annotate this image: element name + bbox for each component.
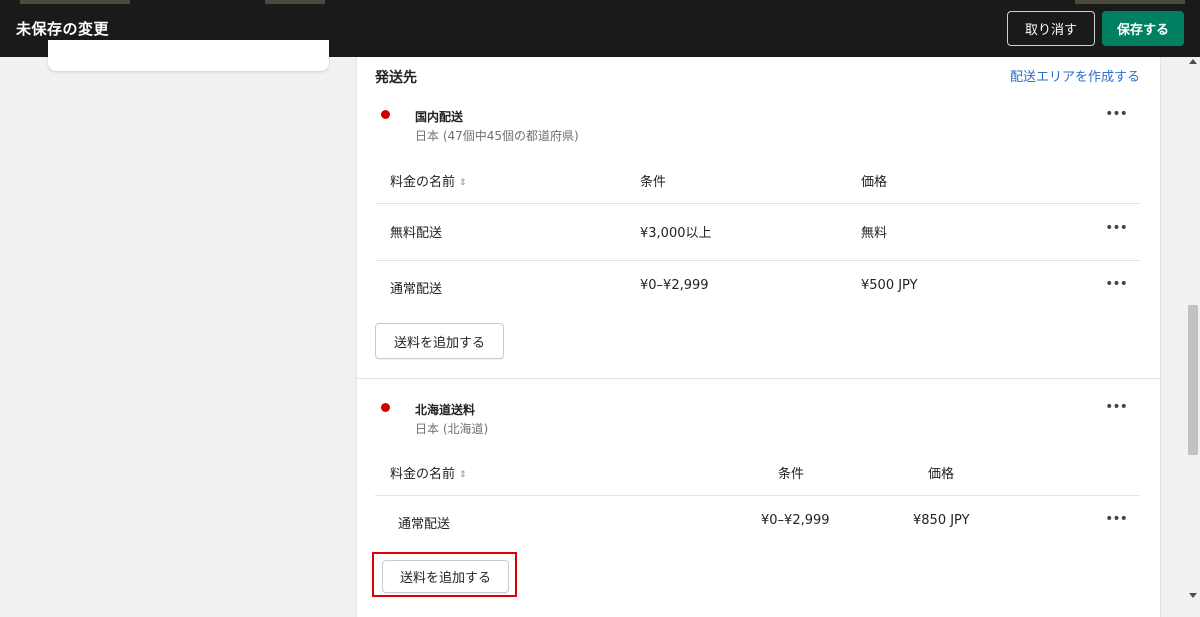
section-title: 発送先 <box>375 70 417 86</box>
page-scrollbar[interactable] <box>1186 57 1200 600</box>
more-horizontal-icon[interactable]: ••• <box>1104 106 1128 122</box>
more-horizontal-icon[interactable]: ••• <box>1104 511 1128 527</box>
column-header-condition: 条件 <box>778 467 805 482</box>
rate-name: 無料配送 <box>390 226 443 241</box>
rate-price: 無料 <box>861 226 888 241</box>
create-zone-link[interactable]: 配送エリアを作成する <box>1010 66 1140 85</box>
discard-button[interactable]: 取り消す <box>1007 11 1095 46</box>
left-card <box>48 40 329 71</box>
zone-status-dot-icon <box>381 403 390 412</box>
rate-price: ¥850 JPY <box>913 513 970 528</box>
highlight-annotation <box>372 552 517 597</box>
divider <box>375 203 1140 204</box>
column-header-rate-name[interactable]: 料金の名前 ⇕ <box>390 463 467 482</box>
zone-name: 国内配送 <box>415 110 464 124</box>
rate-name: 通常配送 <box>390 282 443 297</box>
rate-condition: ¥3,000以上 <box>640 226 712 241</box>
sort-icon[interactable]: ⇕ <box>459 470 467 480</box>
shipping-zones-card: 発送先 配送エリアを作成する 国内配送 日本 (47個中45個の都道府県) ••… <box>357 57 1160 617</box>
divider <box>375 260 1140 261</box>
rate-condition: ¥0–¥2,999 <box>761 513 830 528</box>
more-horizontal-icon[interactable]: ••• <box>1104 399 1128 415</box>
scroll-up-arrow-icon[interactable] <box>1189 59 1197 64</box>
zone-divider <box>357 378 1160 379</box>
background-bleed <box>20 0 130 4</box>
rate-price: ¥500 JPY <box>861 278 918 293</box>
column-header-price: 価格 <box>861 175 888 190</box>
column-header-condition: 条件 <box>640 175 667 190</box>
divider <box>375 495 1140 496</box>
rate-condition: ¥0–¥2,999 <box>640 278 709 293</box>
zone-status-dot-icon <box>381 110 390 119</box>
rate-name: 通常配送 <box>398 517 451 532</box>
zone-region: 日本 (47個中45個の都道府県) <box>415 129 579 143</box>
more-horizontal-icon[interactable]: ••• <box>1104 276 1128 292</box>
sort-icon[interactable]: ⇕ <box>459 178 467 188</box>
save-button[interactable]: 保存する <box>1102 11 1184 46</box>
add-rate-button[interactable]: 送料を追加する <box>375 323 504 359</box>
scrollbar-thumb[interactable] <box>1188 305 1198 455</box>
more-horizontal-icon[interactable]: ••• <box>1104 220 1128 236</box>
background-bleed <box>265 0 325 4</box>
column-header-price: 価格 <box>928 467 955 482</box>
zone-region: 日本 (北海道) <box>415 422 489 436</box>
column-header-rate-name[interactable]: 料金の名前 ⇕ <box>390 171 467 190</box>
background-bleed <box>1075 0 1185 4</box>
scroll-down-arrow-icon[interactable] <box>1189 593 1197 598</box>
zone-name: 北海道送料 <box>415 403 476 417</box>
unsaved-changes-title: 未保存の変更 <box>16 20 110 38</box>
